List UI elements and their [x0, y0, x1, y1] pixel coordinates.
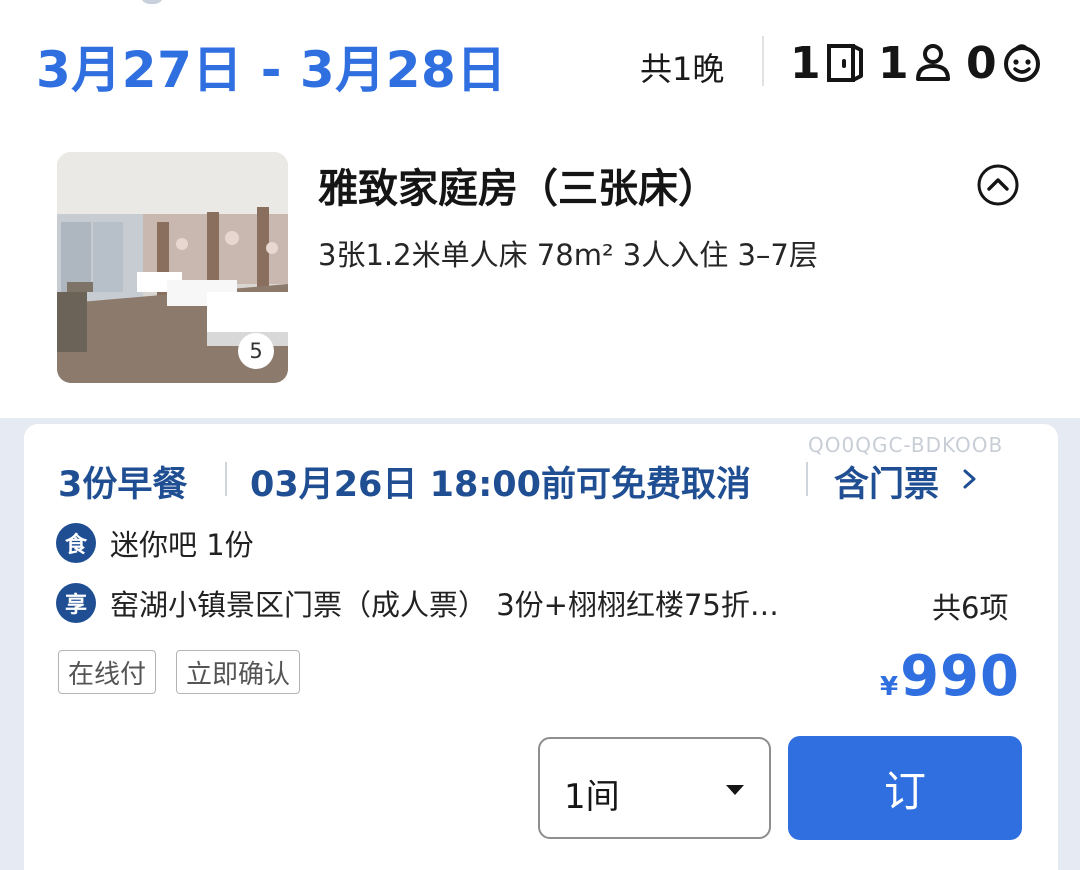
booking-summary-card: 3月27日 - 3月28日 共1晚 1 1 0 5 雅致家庭房（三张床） 3张1…	[0, 0, 1080, 418]
photo-count-badge: 5	[238, 333, 274, 369]
adult-person-icon	[915, 44, 950, 81]
enjoy-badge-icon: 享	[56, 583, 96, 623]
door-icon	[826, 44, 863, 82]
collapse-chevron-up-icon[interactable]	[976, 163, 1020, 207]
nights-count: 共1晚	[640, 50, 725, 88]
adults-occupancy[interactable]: 1	[878, 37, 953, 89]
adults-count: 1	[878, 37, 909, 89]
price-value: 990	[900, 644, 1020, 709]
tickets-included[interactable]: 含门票	[834, 456, 939, 507]
breakfast-policy: 3份早餐	[58, 465, 188, 505]
perk-item: 食 迷你吧 1份	[56, 522, 254, 564]
tag-instant-confirm: 立即确认	[176, 650, 301, 694]
room-photo[interactable]: 5	[57, 152, 288, 383]
perk-text: 窑湖小镇景区门票（成人票） 3份+栩栩红楼75折…	[110, 588, 779, 622]
chevron-right-icon[interactable]	[958, 464, 982, 494]
policy-divider	[806, 462, 808, 496]
room-quantity-value: 1间	[564, 777, 620, 817]
currency-symbol: ¥	[880, 672, 899, 702]
perk-item[interactable]: 享 窑湖小镇景区门票（成人票） 3份+栩栩红楼75折…	[56, 582, 779, 624]
room-title: 雅致家庭房（三张床）	[318, 166, 718, 212]
room-quantity-select[interactable]: 1间	[538, 737, 771, 839]
room-specs: 3张1.2米单人床 78m² 3人入住 3–7层	[318, 238, 818, 272]
rooms-count: 1	[790, 37, 821, 89]
watermark-code: QO0QGC-BDKOOB	[808, 433, 1004, 457]
policy-divider	[225, 462, 227, 496]
scroll-indicator	[140, 0, 164, 4]
food-badge-icon: 食	[56, 523, 96, 563]
children-occupancy[interactable]: 0	[966, 37, 1043, 89]
perk-total-count[interactable]: 共6项	[932, 585, 1008, 627]
book-button[interactable]: 订	[788, 736, 1022, 840]
price: ¥ 990	[880, 644, 1020, 709]
header-divider	[762, 36, 764, 86]
children-count: 0	[966, 37, 997, 89]
perk-text: 迷你吧 1份	[110, 528, 254, 562]
caret-down-icon	[726, 785, 744, 795]
tag-online-pay: 在线付	[58, 650, 157, 694]
child-face-icon	[1003, 44, 1040, 82]
stay-dates[interactable]: 3月27日 - 3月28日	[36, 30, 507, 102]
rooms-occupancy[interactable]: 1	[790, 37, 865, 89]
cancellation-policy[interactable]: 03月26日 18:00前可免费取消	[250, 456, 751, 507]
